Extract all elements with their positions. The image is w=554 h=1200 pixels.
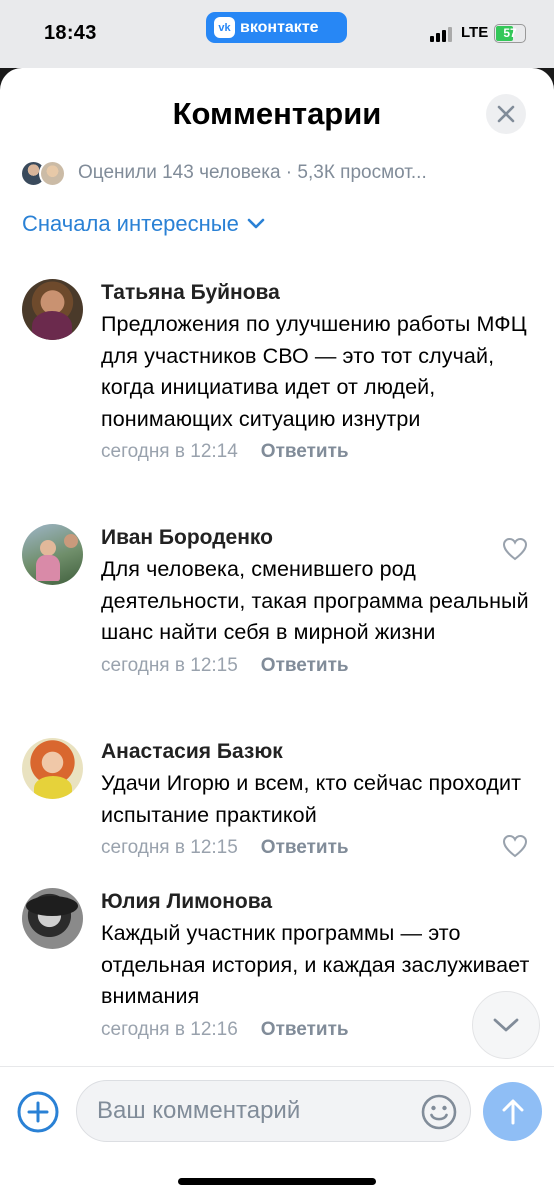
add-attachment-icon[interactable] [16,1090,60,1134]
app-return-pill[interactable]: vk вконтакте [206,12,347,43]
avatar[interactable] [22,738,83,799]
stats-text: Оценили 143 человека · 5,3К просмот... [78,162,427,183]
status-time: 18:43 [44,22,97,44]
avatar[interactable] [22,524,83,585]
comment-input-box[interactable] [76,1080,471,1142]
comment-composer [0,1066,554,1200]
signal-icon [430,27,452,42]
avatar[interactable] [22,279,83,340]
chevron-down-icon [247,218,265,229]
sort-dropdown[interactable]: Сначала интересные [22,211,265,237]
comment-time: сегодня в 12:14 [101,441,238,462]
arrow-up-icon [502,1099,523,1124]
sheet-title: Комментарии [172,96,382,131]
reply-button[interactable]: Ответить [261,837,349,859]
comment-text: Предложения по улучшению работы МФЦ для … [101,312,527,431]
comment-text: Для человека, сменившего род деятельност… [101,557,529,644]
status-bar: 18:43 vk вконтакте LTE 57 [0,0,554,68]
likes-stats[interactable]: Оценили 143 человека · 5,3К просмот... [20,158,530,188]
comment-time: сегодня в 12:15 [101,837,238,858]
close-button[interactable] [486,94,526,134]
comment-time: сегодня в 12:15 [101,654,238,676]
app-return-label: вконтакте [240,18,319,36]
comment-time: сегодня в 12:16 [101,1018,238,1040]
comment-text: Удачи Игорю и всем, кто сейчас проходит … [101,771,522,827]
battery-icon: 57 [494,24,526,43]
comment-author[interactable]: Юлия Лимонова [101,888,541,916]
chevron-down-icon [493,1018,519,1032]
sort-label: Сначала интересные [22,211,239,236]
heart-icon[interactable] [502,834,528,858]
comments-sheet: Комментарии Оценили 143 человека · 5,3К … [0,68,554,1200]
send-button[interactable] [483,1082,542,1141]
avatar[interactable] [22,888,83,949]
close-icon [497,105,515,123]
reply-button[interactable]: Ответить [261,441,349,463]
reply-button[interactable]: Ответить [261,1019,349,1041]
reply-button[interactable]: Ответить [261,655,349,677]
emoji-icon[interactable] [420,1093,458,1131]
comment-text: Каждый участник программы — это отдельна… [101,921,530,1008]
liker-avatar [39,159,66,187]
comment-author[interactable]: Иван Бороденко [101,524,541,552]
comment-input[interactable] [97,1081,407,1141]
comment-author[interactable]: Татьяна Буйнова [101,279,541,307]
network-type: LTE [461,24,489,41]
vk-logo-icon: vk [214,17,235,38]
home-indicator [178,1178,376,1185]
scroll-down-button[interactable] [472,991,540,1059]
battery-level: 57 [503,26,517,40]
comment-author[interactable]: Анастасия Базюк [101,738,541,766]
